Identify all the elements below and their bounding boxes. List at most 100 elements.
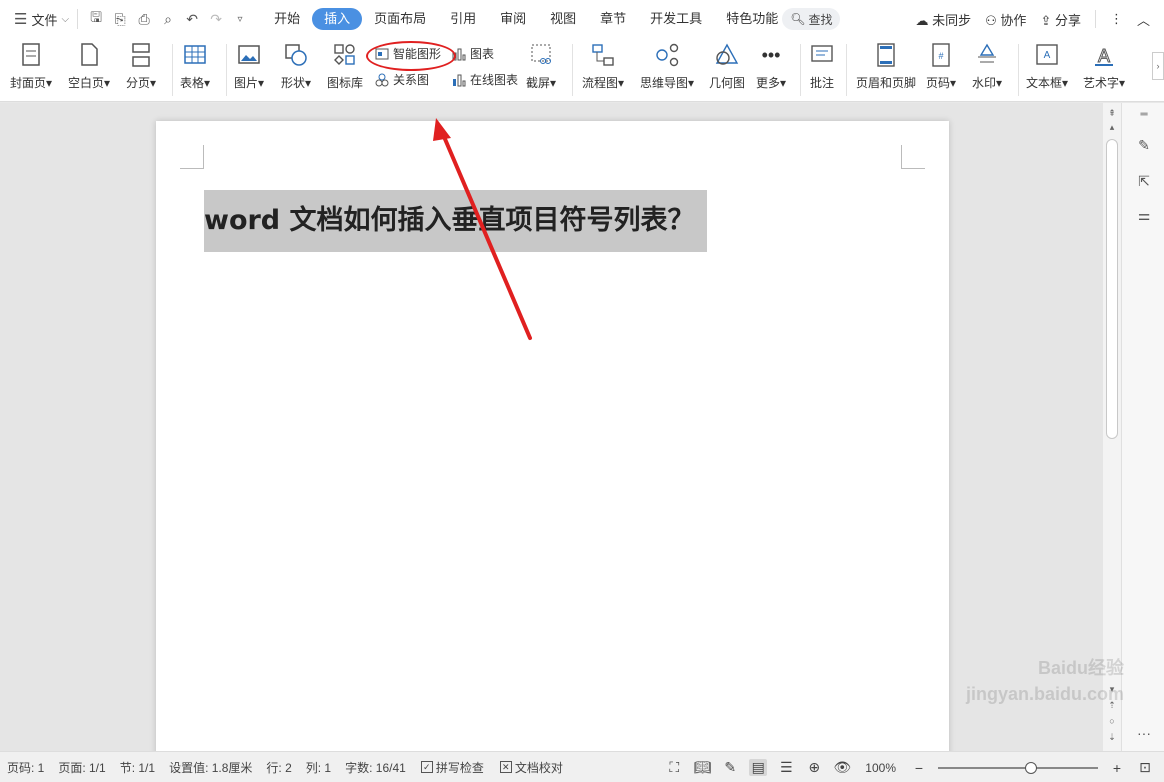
find-button[interactable]: 🔍︎ 查找 [782, 8, 841, 30]
cursor-select-icon[interactable]: ⇱ [1134, 173, 1154, 193]
file-menu[interactable]: ☰ 文件 ⌵ [0, 7, 77, 31]
blank-page-label: 空白页▾ [68, 76, 111, 90]
online-chart-button[interactable]: 在线图表 [452, 71, 518, 88]
table-button[interactable]: 表格▾ [180, 38, 210, 91]
scroll-up-icon[interactable]: ▴ [1106, 121, 1118, 133]
zoom-level[interactable]: 100% [861, 761, 900, 775]
more-options-icon[interactable]: ⋮ [1110, 11, 1123, 27]
document-page[interactable]: word 文档如何插入垂直项目符号列表？ [156, 121, 949, 761]
status-word-count[interactable]: 字数: 16/41 [338, 759, 413, 776]
eye-protection-icon[interactable]: 👁︎ [833, 759, 851, 776]
tab-insert[interactable]: 插入 [312, 8, 363, 30]
pen-edit-icon[interactable]: ✎ [1134, 137, 1154, 157]
screenshot-button[interactable]: 截屏▾ [526, 38, 556, 91]
tab-view[interactable]: 视图 [538, 8, 588, 30]
header-footer-label: 页眉和页脚 [856, 76, 917, 90]
status-row[interactable]: 行: 2 [259, 759, 298, 776]
ribbon-scroll-right-button[interactable]: › [1152, 52, 1164, 80]
zoom-out-icon[interactable]: − [910, 760, 928, 776]
more-tools-icon[interactable]: ··· [1134, 725, 1154, 745]
header-footer-button[interactable]: 页眉和页脚 [856, 38, 916, 91]
page-view-icon[interactable]: ▤ [749, 759, 768, 776]
share-button[interactable]: ⇪ 分享 [1040, 10, 1081, 29]
page-number-button[interactable]: # 页码▾ [926, 38, 956, 91]
geometry-button[interactable]: 几何图 [709, 38, 745, 91]
cover-page-icon [22, 43, 40, 66]
online-chart-label: 在线图表 [470, 73, 519, 87]
chart-button[interactable]: 图表 [452, 45, 494, 62]
status-pages[interactable]: 页面: 1/1 [51, 759, 112, 776]
blank-page-button[interactable]: 空白页▾ [68, 38, 110, 91]
settings-sliders-icon[interactable]: ⚌ [1134, 207, 1154, 227]
fullscreen-icon[interactable]: ⛶ [665, 759, 683, 776]
mindmap-button[interactable]: 思维导图▾ [640, 38, 694, 91]
next-page-icon[interactable]: ⇣ [1106, 731, 1118, 743]
collab-button[interactable]: ⚇ 协作 [985, 10, 1026, 29]
picture-icon [238, 45, 260, 64]
outline-view-icon[interactable]: ☰ [777, 759, 795, 776]
more-button[interactable]: ••• 更多▾ [756, 38, 786, 91]
cover-page-button[interactable]: 封面页▾ [10, 38, 52, 91]
web-view-icon[interactable]: ⊕ [805, 759, 823, 776]
tab-page-layout[interactable]: 页面布局 [362, 8, 438, 30]
share-label: 分享 [1054, 12, 1081, 28]
divider [572, 44, 573, 96]
tab-chapter[interactable]: 章节 [588, 8, 638, 30]
zoom-slider[interactable] [938, 761, 1098, 775]
collapse-ribbon-icon[interactable]: ︿ [1137, 10, 1150, 29]
zoom-slider-knob[interactable] [1024, 761, 1037, 774]
tab-review[interactable]: 审阅 [488, 8, 538, 30]
fit-page-icon[interactable]: ⊡ [1136, 759, 1154, 776]
vertical-scrollbar[interactable]: ⇞ ▴ ▾ ⇡ ○ ⇣ [1103, 103, 1121, 751]
icon-library-button[interactable]: 图标库 [327, 38, 363, 91]
page-number-icon: # [932, 43, 950, 67]
word-art-button[interactable]: A 艺术字▾ [1083, 38, 1125, 91]
status-section[interactable]: 节: 1/1 [113, 759, 162, 776]
select-browse-icon[interactable]: ○ [1106, 715, 1118, 727]
comment-button[interactable]: 批注 [809, 38, 835, 91]
proof-icon: ✕ [499, 761, 512, 773]
status-column[interactable]: 列: 1 [299, 759, 338, 776]
insert-ribbon: 封面页▾ 空白页▾ 分页▾ 表格▾ 图片▾ 形状▾ 图标库 智能图形 关系图 图… [0, 38, 1164, 102]
shape-button[interactable]: 形状▾ [281, 38, 311, 91]
more-label: 更多▾ [756, 76, 787, 90]
watermark-button[interactable]: 水印▾ [972, 38, 1002, 91]
doc-proof-button[interactable]: ✕ 文档校对 [492, 759, 571, 776]
table-icon [184, 45, 206, 64]
print-icon[interactable]: ⎙ [132, 11, 156, 28]
status-setting-value[interactable]: 设置值: 1.8厘米 [162, 759, 259, 776]
save-icon[interactable]: 🖫 [84, 7, 108, 31]
tab-home[interactable]: 开始 [262, 8, 312, 30]
undo-icon[interactable]: ↶ [180, 11, 204, 28]
page-number-label: 页码▾ [926, 76, 957, 90]
document-heading-selected[interactable]: word 文档如何插入垂直项目符号列表？ [204, 190, 707, 252]
page-break-button[interactable]: 分页▾ [126, 38, 156, 91]
text-box-button[interactable]: A 文本框▾ [1026, 38, 1068, 91]
tab-references[interactable]: 引用 [438, 8, 488, 30]
divider [226, 44, 227, 96]
spell-check-button[interactable]: ✓ 拼写检查 [413, 759, 492, 776]
format-painter-icon[interactable]: ⎘ [108, 11, 132, 28]
tab-developer[interactable]: 开发工具 [638, 8, 714, 30]
zoom-in-icon[interactable]: + [1108, 760, 1126, 776]
blank-page-icon [81, 43, 98, 66]
scroll-top-icon[interactable]: ⇞ [1106, 107, 1118, 119]
tab-features[interactable]: 特色功能 [714, 8, 790, 30]
write-mode-icon[interactable]: ✎ [721, 759, 739, 776]
comment-label: 批注 [809, 76, 834, 90]
status-page-number[interactable]: 页码: 1 [0, 759, 51, 776]
read-mode-icon[interactable]: 📖︎ [693, 759, 711, 776]
mindmap-icon [656, 43, 679, 67]
relation-chart-button[interactable]: 关系图 [375, 71, 429, 88]
panel-collapse-icon[interactable]: ═ [1134, 109, 1154, 129]
shape-icon [285, 44, 307, 66]
picture-button[interactable]: 图片▾ [234, 38, 264, 91]
scrollbar-thumb[interactable] [1106, 139, 1118, 439]
print-preview-icon[interactable]: ⌕ [156, 11, 180, 28]
baidu-watermark: Baidu经验 jingyan.baidu.com [965, 658, 1124, 704]
flowchart-button[interactable]: 流程图▾ [582, 38, 624, 91]
cloud-icon: ☁ [915, 12, 929, 28]
redo-icon[interactable]: ↷ [204, 11, 228, 28]
sync-button[interactable]: ☁ 未同步 [916, 10, 972, 29]
customize-toolbar-icon[interactable]: ▿ [228, 14, 252, 25]
